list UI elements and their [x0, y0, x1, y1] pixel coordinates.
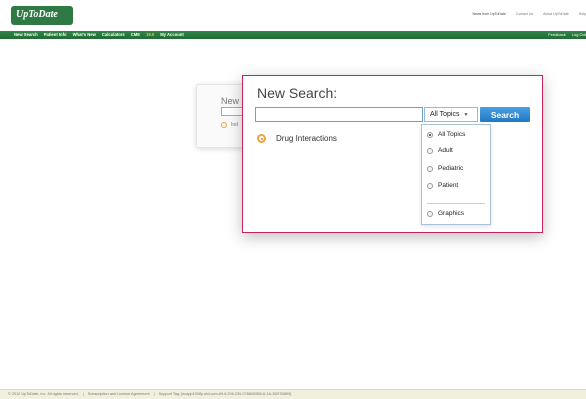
- main-nav-bar: New Search Patient Info What's New Calcu…: [0, 31, 586, 39]
- nav-right-links: Feedback Log Out: [548, 32, 586, 37]
- cme-credit-badge: 19.0: [146, 32, 155, 37]
- top-header: UpToDate News from UpToDate Contact Us A…: [0, 0, 586, 31]
- footer-separator: |: [82, 392, 84, 396]
- utility-links: News from UpToDate Contact Us About UpTo…: [473, 12, 586, 16]
- feedback-link[interactable]: Feedback: [548, 32, 566, 37]
- topic-option-patient[interactable]: Patient: [427, 182, 458, 189]
- util-link-contact[interactable]: Contact Us: [516, 12, 533, 16]
- topic-option-label: All Topics: [438, 131, 466, 138]
- uptodate-logo[interactable]: UpToDate: [11, 6, 73, 25]
- topic-option-label: Pediatric: [438, 165, 464, 172]
- topic-option-all-topics[interactable]: All Topics: [427, 131, 465, 138]
- topic-dropdown-menu: All Topics Adult Pediatric Patient Graph…: [421, 124, 491, 225]
- topic-option-label: Patient: [438, 182, 459, 189]
- topic-select[interactable]: All Topics ▼: [424, 107, 478, 122]
- search-button[interactable]: Search: [480, 107, 530, 122]
- footer-separator: |: [153, 392, 155, 396]
- tab-cme[interactable]: CME: [131, 32, 140, 37]
- tab-new-search[interactable]: New Search: [14, 32, 38, 37]
- page-footer: © 2012 UpToDate, Inc. All rights reserve…: [0, 389, 586, 399]
- topic-option-pediatric[interactable]: Pediatric: [427, 165, 463, 172]
- background-search-title: New: [221, 96, 240, 106]
- footer-text: © 2012 UpToDate, Inc. All rights reserve…: [8, 392, 291, 396]
- drug-interactions-icon: [257, 134, 266, 143]
- topic-select-value: All Topics: [430, 111, 460, 118]
- topic-option-label: Adult: [438, 147, 453, 154]
- background-bullet-icon: [221, 122, 227, 128]
- drug-interactions-link[interactable]: Drug Interactions: [276, 134, 337, 143]
- radio-icon[interactable]: [427, 182, 433, 189]
- footer-license-link[interactable]: Subscription and License Agreement: [88, 392, 150, 396]
- tab-whats-new[interactable]: What's New: [73, 32, 96, 37]
- search-input[interactable]: [255, 107, 423, 122]
- dropdown-divider: [427, 203, 485, 204]
- chevron-down-icon: ▼: [463, 111, 469, 118]
- util-link-help[interactable]: Help: [579, 12, 586, 16]
- footer-copyright: © 2012 UpToDate, Inc. All rights reserve…: [8, 392, 79, 396]
- topic-option-graphics[interactable]: Graphics: [427, 210, 464, 217]
- radio-selected-icon[interactable]: [427, 131, 433, 138]
- logo-text: UpToDate: [16, 9, 58, 20]
- background-link: Ind: [231, 122, 238, 128]
- topic-option-adult[interactable]: Adult: [427, 147, 453, 154]
- logout-link[interactable]: Log Out: [572, 32, 586, 37]
- radio-icon[interactable]: [427, 147, 433, 154]
- topic-option-label: Graphics: [438, 210, 465, 217]
- util-link-news[interactable]: News from UpToDate: [473, 12, 506, 16]
- tab-calculators[interactable]: Calculators: [102, 32, 125, 37]
- radio-icon[interactable]: [427, 165, 433, 172]
- footer-support-tag: Support Tag: [ecapp1008p.utd.com-69.6.20…: [158, 392, 292, 396]
- tab-my-account[interactable]: My Account: [160, 32, 184, 37]
- util-link-about[interactable]: About UpToDate: [543, 12, 569, 16]
- tab-patient-info[interactable]: Patient Info: [44, 32, 67, 37]
- radio-icon[interactable]: [427, 210, 433, 217]
- search-panel-title: New Search:: [257, 85, 338, 101]
- nav-tabs: New Search Patient Info What's New Calcu…: [14, 32, 184, 37]
- new-search-popup: New Search: All Topics ▼ Search Drug Int…: [242, 75, 543, 233]
